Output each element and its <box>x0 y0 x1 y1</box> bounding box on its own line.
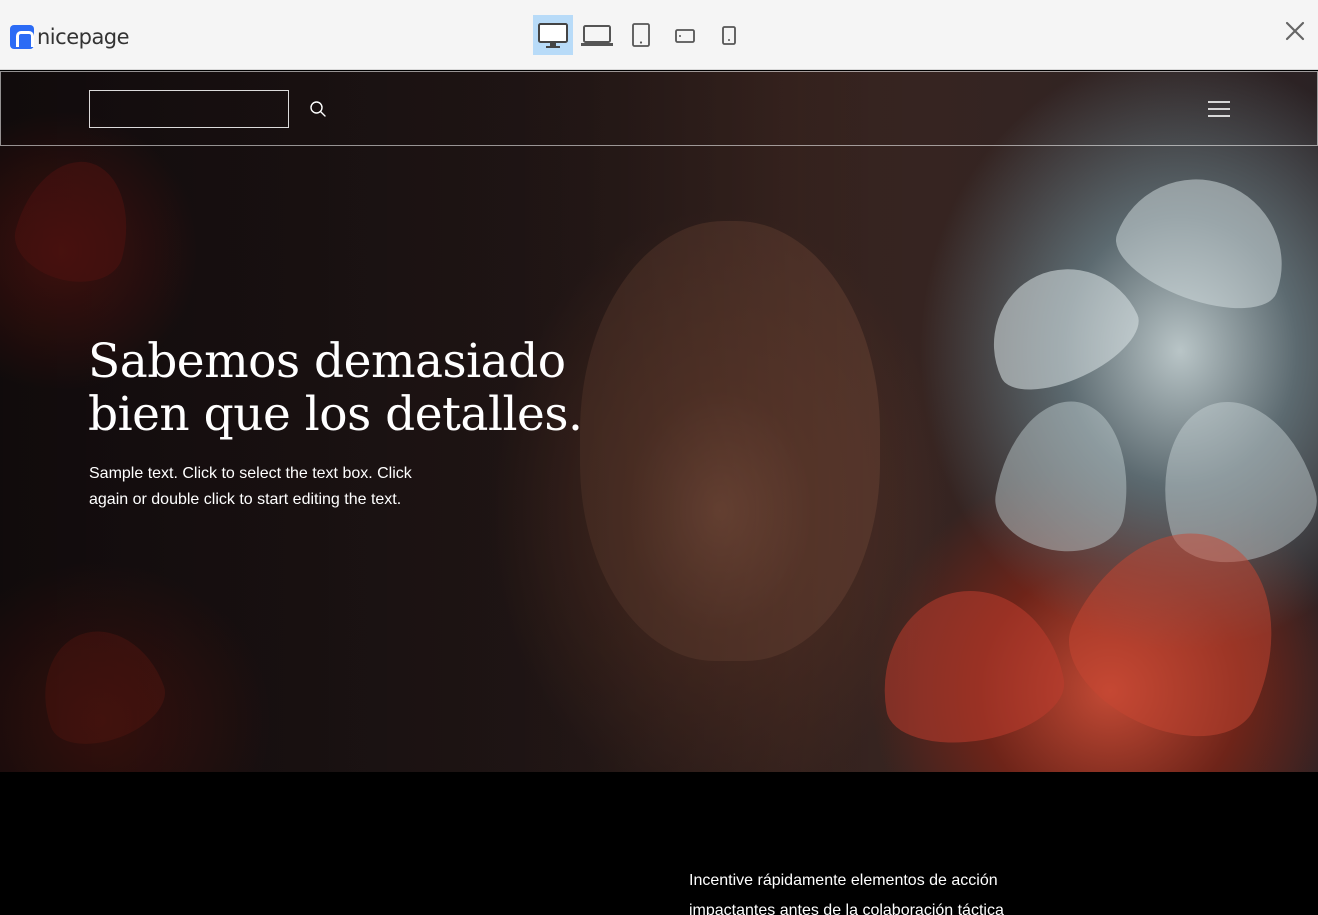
tablet-icon <box>632 23 650 47</box>
hamburger-menu-button[interactable] <box>1204 96 1234 122</box>
logo-icon <box>10 25 34 49</box>
search-button[interactable] <box>309 91 327 127</box>
device-phone-landscape-button[interactable] <box>665 15 705 55</box>
site-header <box>0 71 1318 146</box>
hero-subtext: Sample text. Click to select the text bo… <box>89 465 412 508</box>
device-desktop-button[interactable] <box>533 15 573 55</box>
close-icon <box>1285 21 1305 41</box>
device-phone-portrait-button[interactable] <box>709 15 749 55</box>
section-body-text: Incentive rápidamente elementos de acció… <box>689 872 1004 915</box>
brand-name: nicepage <box>37 25 130 49</box>
nicepage-logo: nicepage <box>10 25 130 49</box>
content-section: Incentive rápidamente elementos de acció… <box>0 772 1318 915</box>
phone-portrait-icon <box>722 26 736 45</box>
hero-section: Sabemos demasiado bien que los detalles.… <box>0 71 1318 772</box>
laptop-icon <box>581 25 613 46</box>
device-tablet-button[interactable] <box>621 15 661 55</box>
search-input[interactable] <box>90 91 309 127</box>
desktop-icon <box>538 23 568 48</box>
search-box <box>89 90 326 128</box>
device-laptop-button[interactable] <box>577 15 617 55</box>
search-icon <box>310 101 326 117</box>
close-preview-button[interactable] <box>1282 18 1308 44</box>
hero-headline: Sabemos demasiado bien que los detalles. <box>88 334 583 442</box>
page-preview: Sabemos demasiado bien que los detalles.… <box>0 71 1318 915</box>
preview-toolbar: nicepage <box>0 0 1318 70</box>
device-switcher <box>533 15 753 55</box>
phone-landscape-icon <box>675 29 695 43</box>
hamburger-menu-icon <box>1208 101 1230 117</box>
